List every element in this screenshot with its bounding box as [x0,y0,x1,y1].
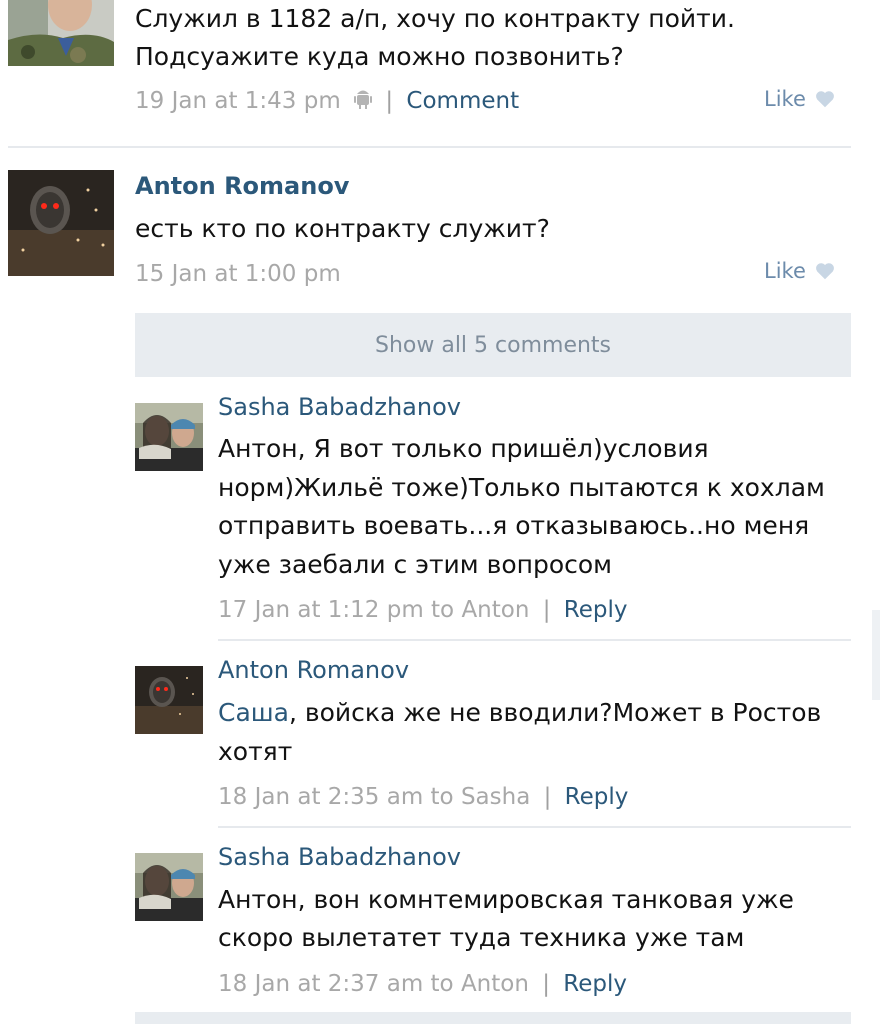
comment-text-line: скоро вылетатет туда техника уже там [218,923,745,952]
avatar-soldier[interactable] [8,0,114,66]
scrollbar[interactable] [872,610,880,700]
post-divider [8,146,851,148]
post-date[interactable]: 19 Jan at 1:43 pm [135,88,341,114]
comment-text-line: отправить воевать...я отказываюсь..но ме… [218,511,810,540]
reply-link[interactable]: Reply [565,784,629,810]
comment-text-rest: , войска же не вводили?Может в Ростов [288,698,822,727]
post-meta: 19 Jan at 1:43 pm | Comment [135,88,519,116]
avatar-anton[interactable] [8,170,114,276]
show-all-comments-button[interactable]: Show all 5 comments [135,313,851,377]
comment-date[interactable]: 18 Jan at 2:35 am to Sasha [218,784,530,810]
comment-date[interactable]: 17 Jan at 1:12 pm to Anton [218,597,529,623]
comment-meta: 17 Jan at 1:12 pm to Anton | Reply [218,597,628,623]
comment-text-line: норм)Жильё тоже)Только пытаются к хохлам [218,473,825,502]
reply-link[interactable]: Reply [563,971,627,997]
comment-link[interactable]: Comment [406,88,519,114]
comment-author[interactable]: Anton Romanov [218,656,409,684]
post-text-line2: Подсуажите куда можно позвонить? [135,42,624,71]
comment-meta: 18 Jan at 2:37 am to Anton | Reply [218,971,627,997]
post-text: есть кто по контракту служит? [135,214,550,243]
heart-icon [815,91,834,108]
comment-meta: 18 Jan at 2:35 am to Sasha | Reply [218,784,628,810]
author-name[interactable]: Anton Romanov [135,172,349,200]
meta-separator: | [543,784,552,810]
avatar-sasha[interactable] [135,403,203,471]
like-button[interactable]: Like [764,87,836,111]
meta-separator: | [542,971,550,997]
meta-separator: | [542,597,551,623]
heart-icon [815,263,834,280]
comment-text-line: Антон, Я вот только пришёл)условия [218,434,709,463]
avatar-anton[interactable] [135,666,203,734]
like-label: Like [764,259,806,283]
comment-input-bar[interactable] [135,1012,851,1024]
comment-divider [218,639,851,641]
comment-author[interactable]: Sasha Babadzhanov [218,843,461,871]
meta-separator: | [385,88,394,114]
comment-text-line: Саша, войска же не вводили?Может в Росто… [218,694,821,732]
post-text-line1: Служил в 1182 а/п, хочу по контракту пой… [135,4,735,33]
comment-text-line: Антон, вон комнтемировская танковая уже [218,885,794,914]
avatar-sasha[interactable] [135,853,203,921]
comment-text-line: уже заебали с этим вопросом [218,550,613,579]
like-button[interactable]: Like [764,259,836,283]
comment-date[interactable]: 18 Jan at 2:37 am to Anton [218,971,529,997]
comment-text-line: хотят [218,737,293,766]
android-icon [354,88,373,116]
like-label: Like [764,87,806,111]
comment-author[interactable]: Sasha Babadzhanov [218,393,461,421]
comment-divider [218,826,851,828]
mention-link[interactable]: Саша [218,698,289,727]
reply-link[interactable]: Reply [564,597,628,623]
post-date[interactable]: 15 Jan at 1:00 pm [135,261,341,287]
